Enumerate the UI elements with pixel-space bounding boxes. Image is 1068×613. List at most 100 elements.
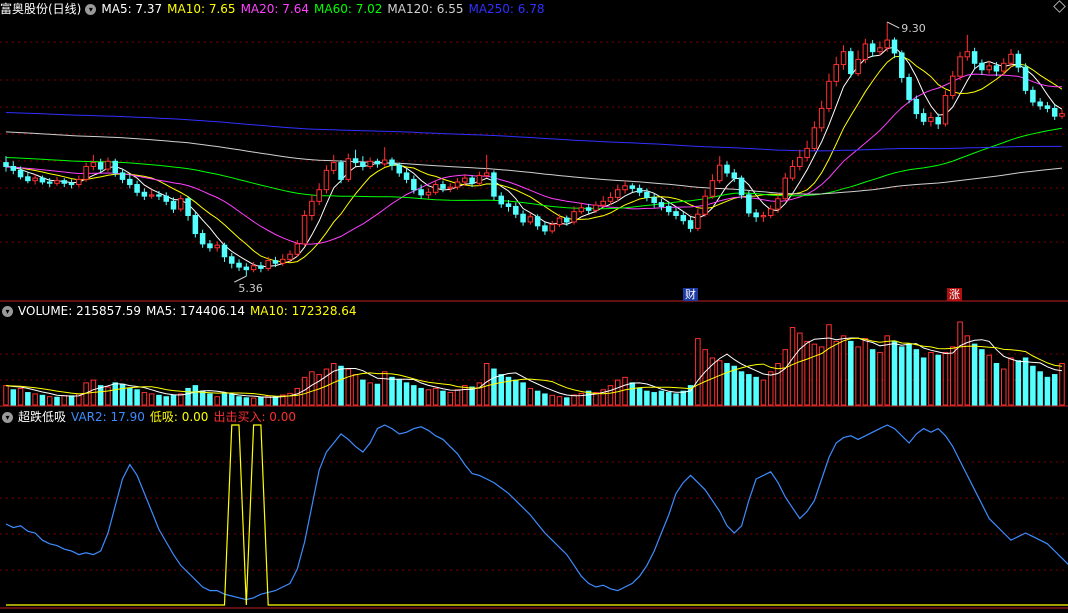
volume-bar [294,387,301,406]
volume-bar [432,387,439,406]
candle-body [447,186,454,189]
volume-bar [134,389,140,406]
candle-body [556,217,563,226]
volume-bar [767,371,774,406]
volume-bar [345,368,352,406]
volume-bar [17,387,24,406]
volume-menu-icon[interactable]: ▾ [2,306,13,317]
volume-bar [716,360,723,406]
candle-body [265,260,271,269]
volume-bar [192,385,199,406]
volume-bar [1022,357,1029,406]
candle-body [622,185,628,191]
candle-body [928,116,934,122]
candle-body [170,200,177,210]
candle-body [833,64,839,82]
candle-body [971,51,978,64]
candle-body [236,262,242,268]
candle-body [629,185,636,189]
candle-body [724,164,730,174]
volume-bar [513,379,519,406]
indicator-title[interactable]: 超跌低吸 [18,410,66,424]
indicator-menu-icon[interactable]: ▾ [2,412,13,423]
volume-bar [207,393,213,406]
ma10-line [5,55,1063,264]
volume-bar [148,393,155,406]
event-tag-rise[interactable]: 涨 [947,288,962,301]
candle-body [767,208,774,217]
candle-body [301,215,308,245]
volume-legend-item-2: MA10: 172328.64 [249,304,357,318]
candle-body [105,160,111,170]
candle-body [1030,89,1036,103]
volume-bar [520,382,526,406]
volume-bar [156,394,162,406]
candle-body [32,177,38,182]
high-marker-arrow [886,21,900,29]
candle-body [804,147,810,158]
candle-body [374,160,381,165]
candle-body [738,177,745,196]
volume-bar [10,389,17,406]
volume-bar [891,340,898,406]
volume-bar [607,385,614,406]
candle-body [330,162,337,171]
candle-body [323,169,330,191]
candle-body [513,205,519,215]
volume-bar [39,394,46,406]
candle-body [1015,53,1022,68]
volume-bar [185,387,191,406]
candle-body [476,175,483,184]
volume-bar [913,349,920,406]
volume-bar [272,396,279,406]
candle-body [1044,105,1051,109]
event-tag-finance[interactable]: 财 [683,288,698,301]
volume-bar [425,389,432,406]
ma250-line [5,112,1062,152]
volume-bar [352,374,359,406]
volume-bar [797,332,803,406]
volume-bar [848,340,854,406]
candle-body [1008,53,1014,64]
candle-body [338,162,344,180]
volume-bar [884,335,890,406]
candle-body [112,160,118,174]
candle-body [46,181,53,184]
volume-bar [54,396,60,406]
volume-bar [3,385,9,406]
candle-body [432,184,439,193]
volume-bar [498,374,504,406]
candle-body [54,180,60,184]
volume-bar [680,390,687,406]
volume-bar [644,390,650,406]
candle-body [636,187,643,193]
candle-body [680,215,687,222]
volume-bar [367,382,373,406]
candle-body [403,172,410,180]
volume-bar [833,340,839,406]
candle-body [127,178,133,186]
candle-body [207,243,213,249]
candle-body [527,216,534,223]
candle-body [658,202,665,207]
candle-body [869,43,876,53]
candle-body [214,244,220,249]
panel-menu-icon[interactable]: ▾ [85,4,97,15]
stock-title[interactable]: 富奥股份(日线) [0,2,81,16]
candle-body [279,258,286,264]
candle-body [309,200,315,216]
volume-bar [789,327,796,406]
candle-body [148,194,155,197]
candle-body [185,198,191,216]
volume-bar [374,383,381,406]
candle-body [855,58,861,75]
candle-body [221,244,228,258]
volume-bar [178,393,184,406]
candle-body [229,256,235,264]
volume-bar [141,392,148,406]
candle-body [1022,66,1029,91]
volume-bar [527,387,534,406]
candle-body [935,116,941,125]
volume-bar [447,392,454,406]
candle-body [360,162,366,167]
